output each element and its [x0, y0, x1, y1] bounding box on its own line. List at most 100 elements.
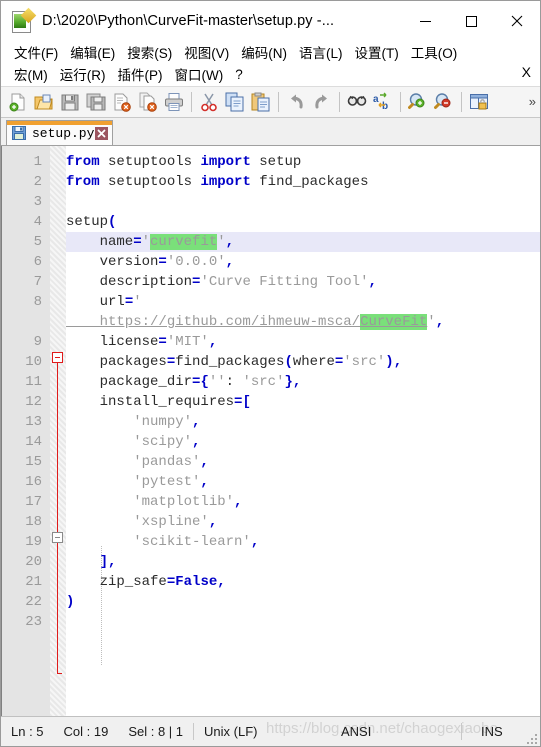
paste-icon[interactable] [248, 89, 274, 115]
code-token: , [292, 374, 302, 390]
menu-encoding[interactable]: 编码(N) [235, 42, 293, 62]
toolbar-separator [461, 92, 462, 112]
code-line[interactable]: 'numpy', [66, 412, 540, 432]
menu-tools[interactable]: 工具(O) [405, 42, 464, 62]
close-button[interactable] [494, 1, 540, 41]
code-line[interactable]: 'scikit-learn', [66, 532, 540, 552]
code-token: , [200, 454, 209, 470]
tab-close-icon[interactable] [95, 126, 109, 140]
code-token: , [368, 274, 377, 290]
code-token: ] [66, 554, 109, 570]
replace-icon[interactable]: a b [370, 89, 396, 115]
code-token: setuptools [99, 154, 201, 170]
sync-lock-icon[interactable] [466, 89, 492, 115]
code-line[interactable]: 'pandas', [66, 452, 540, 472]
status-selection: Sel : 8 | 1 [128, 723, 184, 739]
code-folding-margin[interactable] [50, 146, 66, 716]
status-column: Col : 19 [63, 723, 109, 739]
code-token: 'scipy' [66, 434, 193, 450]
code-line[interactable]: ) [66, 592, 540, 612]
code-token: 'matplotlib' [66, 494, 235, 510]
status-insert-mode: INS [481, 723, 503, 739]
toolbar-overflow-button[interactable]: » [529, 94, 536, 109]
code-line[interactable]: from setuptools import find_packages [66, 172, 540, 192]
code-token: ( [284, 354, 293, 370]
code-token: '' [208, 374, 226, 390]
code-token: curvefit [150, 234, 218, 250]
code-editor[interactable]: 1 2 3 4 5 6 7 8 9 10 11 12 13 14 15 16 17 18 19 20 21 22 23 fr… [1, 146, 540, 716]
code-token: } [284, 374, 293, 390]
resize-grip[interactable] [527, 734, 537, 744]
code-token: 'Curve Fitting Tool' [200, 274, 369, 290]
code-line[interactable]: version='0.0.0', [66, 252, 540, 272]
new-file-icon[interactable] [5, 89, 31, 115]
cut-icon[interactable] [196, 89, 222, 115]
fold-toggle-line4[interactable] [52, 352, 63, 363]
code-line-wrapped[interactable]: https://github.com/ihmeuw-msca/CurveFit'… [66, 312, 540, 332]
zoom-out-icon[interactable] [431, 89, 457, 115]
window-title: D:\2020\Python\CurveFit-master\setup.py … [42, 13, 335, 29]
undo-icon[interactable] [283, 89, 309, 115]
fold-toggle-line12[interactable] [52, 532, 63, 543]
menu-help[interactable]: ? [229, 67, 249, 82]
code-line[interactable]: package_dir={'': 'src'}, [66, 372, 540, 392]
save-icon[interactable] [57, 89, 83, 115]
menu-plugins[interactable]: 插件(P) [112, 64, 169, 84]
menu-search[interactable]: 搜索(S) [121, 42, 178, 62]
code-line[interactable]: setup( [66, 212, 540, 232]
find-icon[interactable] [344, 89, 370, 115]
code-line[interactable]: 'scipy', [66, 432, 540, 452]
line-number: 23 [25, 614, 42, 630]
code-token: = [133, 234, 142, 250]
code-line[interactable] [66, 612, 540, 632]
code-token: , [435, 314, 445, 330]
maximize-button[interactable] [448, 1, 494, 41]
tab-bar: setup.py [1, 118, 540, 146]
code-line[interactable]: zip_safe=False, [66, 572, 540, 592]
zoom-in-icon[interactable] [405, 89, 431, 115]
code-token: 'src' [343, 354, 386, 370]
code-line[interactable]: install_requires=[ [66, 392, 540, 412]
code-line[interactable]: packages=find_packages(where='src'), [66, 352, 540, 372]
menu-macro[interactable]: 宏(M) [8, 64, 54, 84]
line-number: 21 [25, 574, 42, 590]
tab-setup-py[interactable]: setup.py [6, 120, 114, 145]
code-line[interactable]: name='curvefit', [66, 232, 540, 252]
code-line[interactable]: ], [66, 552, 540, 572]
code-token: where [292, 354, 335, 370]
code-line[interactable]: license='MIT', [66, 332, 540, 352]
print-icon[interactable] [161, 89, 187, 115]
code-text-area[interactable]: from setuptools import setup from setupto… [66, 146, 540, 716]
tab-label: setup.py [32, 125, 95, 141]
code-line[interactable]: url=' [66, 292, 540, 312]
toolbar-separator [400, 92, 401, 112]
code-line[interactable]: description='Curve Fitting Tool', [66, 272, 540, 292]
menu-settings[interactable]: 设置(T) [349, 42, 405, 62]
close-all-files-icon[interactable] [135, 89, 161, 115]
menu-edit[interactable]: 编辑(E) [64, 42, 121, 62]
menu-language[interactable]: 语言(L) [293, 42, 349, 62]
code-token: version [66, 254, 159, 270]
save-all-icon[interactable] [83, 89, 109, 115]
code-token: = [124, 294, 134, 310]
close-document-button[interactable]: X [522, 64, 531, 80]
code-line[interactable]: 'xspline', [66, 512, 540, 532]
code-line[interactable]: from setuptools import setup [66, 152, 540, 172]
code-token: , [393, 354, 403, 370]
minimize-button[interactable] [402, 1, 448, 41]
copy-icon[interactable] [222, 89, 248, 115]
menu-view[interactable]: 视图(V) [178, 42, 235, 62]
code-line[interactable]: 'pytest', [66, 472, 540, 492]
code-line[interactable]: 'matplotlib', [66, 492, 540, 512]
code-line[interactable] [66, 192, 540, 212]
code-token: install_requires [66, 394, 235, 410]
code-token: , [234, 494, 243, 510]
redo-icon[interactable] [309, 89, 335, 115]
close-file-icon[interactable] [109, 89, 135, 115]
menu-window[interactable]: 窗口(W) [169, 64, 230, 84]
code-token: 'pandas' [66, 454, 201, 470]
menu-file[interactable]: 文件(F) [8, 42, 64, 62]
menu-run[interactable]: 运行(R) [54, 64, 112, 84]
open-file-icon[interactable] [31, 89, 57, 115]
code-token: setuptools [99, 174, 201, 190]
